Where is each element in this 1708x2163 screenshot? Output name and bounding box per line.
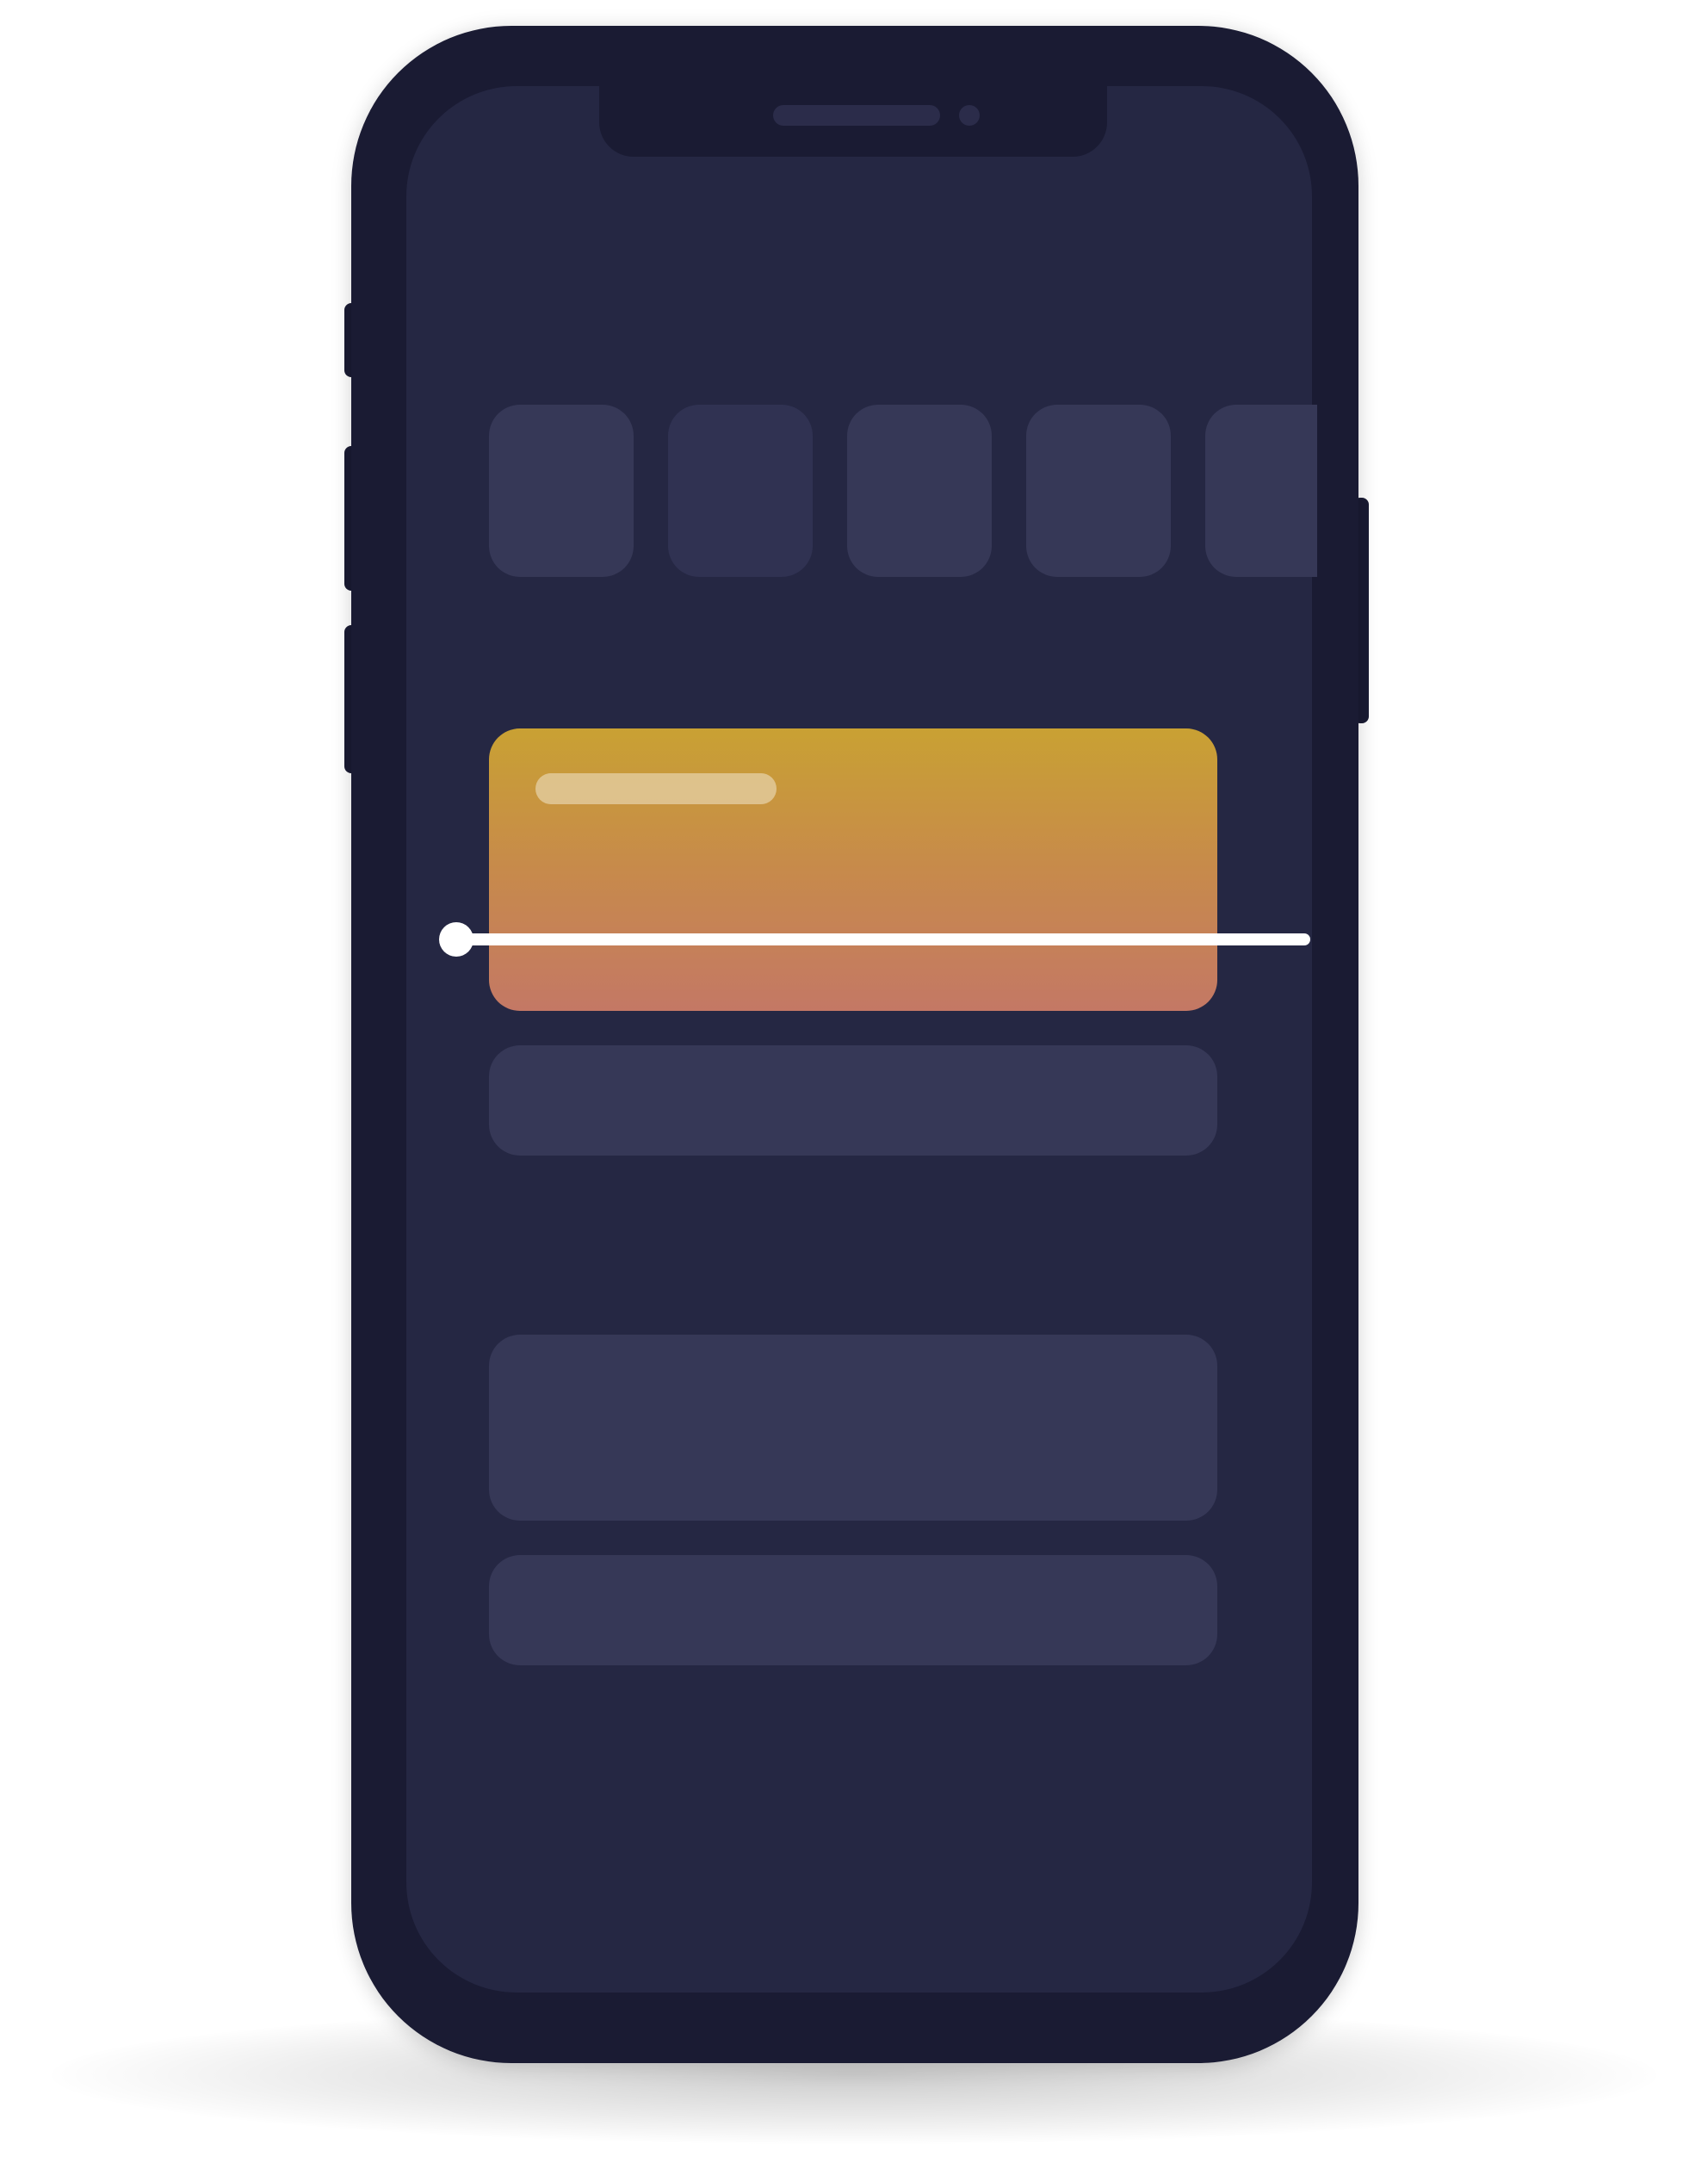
phone-screen bbox=[406, 86, 1312, 1993]
front-camera bbox=[959, 105, 980, 126]
content-block-1[interactable] bbox=[489, 1045, 1217, 1156]
highlighted-card[interactable] bbox=[489, 728, 1217, 1011]
content-block-3[interactable] bbox=[489, 1555, 1217, 1665]
scan-line bbox=[456, 933, 1310, 945]
app-tile-2[interactable] bbox=[668, 405, 813, 577]
card-title-placeholder bbox=[535, 773, 777, 804]
content-block-2[interactable] bbox=[489, 1335, 1217, 1521]
app-tile-1[interactable] bbox=[489, 405, 634, 577]
scan-handle[interactable] bbox=[439, 922, 473, 957]
app-tile-3[interactable] bbox=[847, 405, 992, 577]
app-tile-5[interactable] bbox=[1205, 405, 1317, 577]
app-tile-4[interactable] bbox=[1026, 405, 1171, 577]
speaker-grille bbox=[773, 105, 940, 126]
